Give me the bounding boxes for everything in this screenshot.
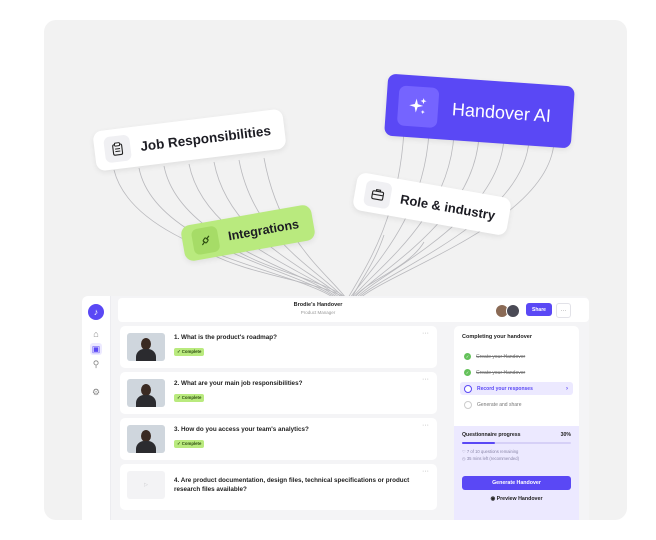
app-logo-icon[interactable]: ♪ [88, 304, 104, 320]
handover-checklist: Completing your handover ✓ Create your Ha… [454, 326, 579, 520]
question-card[interactable]: 3. How do you access your team's analyti… [120, 418, 437, 460]
check-icon: ✓ [464, 353, 471, 360]
integrations-label: Integrations [227, 217, 300, 244]
search-icon[interactable]: ⚲ [90, 358, 102, 370]
question-text: 2. What are your main job responsibiliti… [174, 380, 303, 387]
question-menu-icon[interactable]: ··· [422, 468, 429, 475]
share-button[interactable]: Share [526, 303, 552, 316]
home-icon[interactable]: ⌂ [90, 328, 102, 340]
preview-handover-button[interactable]: ◉ Preview Handover [462, 496, 571, 502]
time-left-text: ◷ 35 mins left (recommended) [462, 456, 519, 461]
handover-ai-label: Handover AI [451, 98, 552, 126]
progress-percent: 30% [560, 432, 571, 438]
questions-remaining-text: ♡ 7 of 10 questions remaining [462, 449, 519, 454]
briefcase-icon [362, 179, 393, 210]
question-menu-icon[interactable]: ··· [422, 330, 429, 337]
questionnaire-progress-panel: Questionnaire progress 30% ♡ 7 of 10 que… [454, 426, 579, 520]
radio-icon [464, 384, 472, 393]
video-thumbnail[interactable] [127, 333, 165, 361]
plug-icon [190, 225, 221, 256]
video-thumbnail[interactable] [127, 379, 165, 407]
nav-rail: ♪ ⌂ ▣ ⚲ ⚙ [82, 296, 111, 520]
step-label: Generate and share [477, 401, 522, 408]
step-item-current[interactable]: Record your responses › [460, 382, 573, 395]
question-card[interactable]: 2. What are your main job responsibiliti… [120, 372, 437, 414]
step-item[interactable]: Generate and share [460, 398, 573, 411]
collaborator-avatars[interactable] [495, 304, 520, 318]
sparkles-icon [396, 85, 440, 129]
question-menu-icon[interactable]: ··· [422, 422, 429, 429]
progress-bar [462, 442, 571, 444]
checklist-title: Completing your handover [462, 334, 532, 340]
job-responsibilities-label: Job Responsibilities [139, 122, 272, 154]
more-options-button[interactable]: ··· [556, 303, 571, 318]
chevron-right-icon: › [566, 385, 568, 392]
clipboard-icon [103, 134, 133, 164]
complete-badge: ✓ Complete [174, 394, 205, 402]
page-title: Brodie's Handover [293, 302, 343, 308]
video-placeholder[interactable]: ▷ [127, 471, 165, 499]
page-subtitle: Product Manager [300, 310, 336, 315]
settings-icon[interactable]: ⚙ [90, 386, 102, 398]
hero-frame: Job Responsibilities Integrations Role &… [44, 20, 627, 520]
check-icon: ✓ [464, 369, 471, 376]
handover-nav-icon[interactable]: ▣ [90, 343, 102, 355]
progress-fill [462, 442, 495, 444]
complete-badge: ✓ Complete [174, 348, 205, 356]
complete-badge: ✓ Complete [174, 440, 205, 448]
app-window: ♪ ⌂ ▣ ⚲ ⚙ Brodie's Handover Product Mana… [82, 296, 589, 520]
progress-title: Questionnaire progress [462, 432, 521, 438]
generate-handover-button[interactable]: Generate Handover [462, 476, 571, 490]
eye-icon: ◉ [490, 496, 496, 502]
step-label: Create your Handover [476, 353, 526, 360]
question-text: 4. Are product documentation, design fil… [174, 477, 410, 493]
question-card[interactable]: ▷ 4. Are product documentation, design f… [120, 464, 437, 510]
header-bar: Brodie's Handover Product Manager Share … [118, 298, 589, 322]
question-card[interactable]: 1. What is the product's roadmap? ✓ Comp… [120, 326, 437, 368]
video-thumbnail[interactable] [127, 425, 165, 453]
step-item[interactable]: ✓ Create your Handover [460, 366, 573, 379]
radio-icon [464, 400, 472, 409]
question-text: 1. What is the product's roadmap? [174, 334, 277, 341]
step-label: Record your responses [477, 385, 533, 392]
avatar [506, 304, 520, 318]
step-item[interactable]: ✓ Create your Handover [460, 350, 573, 363]
question-menu-icon[interactable]: ··· [422, 376, 429, 383]
role-industry-label: Role & industry [399, 191, 497, 223]
step-label: Create your Handover [476, 369, 526, 376]
question-text: 3. How do you access your team's analyti… [174, 426, 309, 433]
handover-ai-card: Handover AI [384, 73, 575, 149]
